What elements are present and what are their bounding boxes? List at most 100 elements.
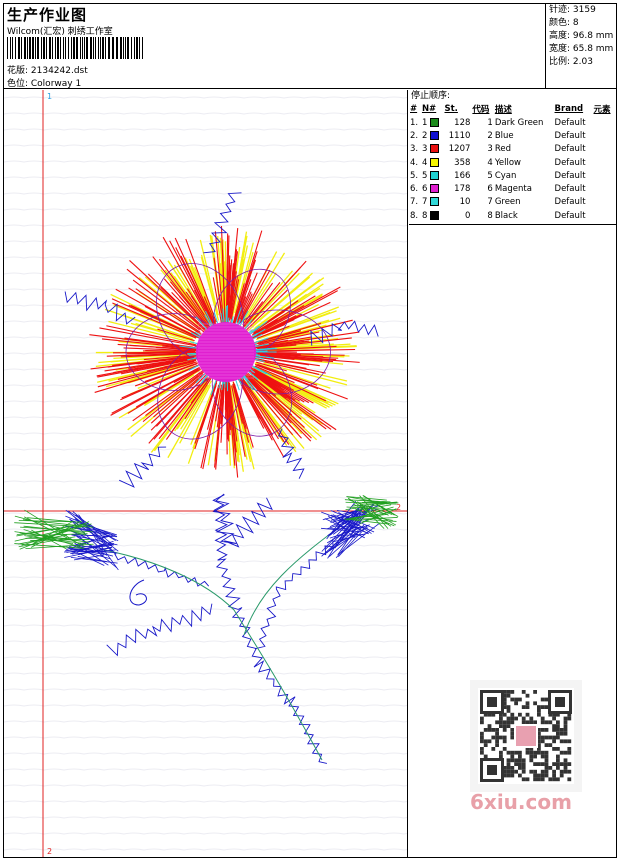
stop-index: 7. [410,197,419,208]
color-code: 6 [487,184,493,195]
stop-index: 8. [410,210,419,221]
color-swatch [430,170,440,180]
design-file-name: 花版: 2134242.dst [7,66,88,76]
thread-brand: Default [554,157,586,168]
stop-index: 4. [410,157,419,168]
stitch-count-cell: 166 [454,170,471,181]
stitch-count-cell: 0 [464,210,471,221]
color-description: Yellow [494,157,521,168]
thread-brand: Default [554,144,586,155]
table-row[interactable]: 6. 6 178 6 Magenta Default [409,182,615,195]
stitch-count-cell: 1207 [448,144,471,155]
table-row[interactable]: 1. 1 128 1 Dark Green Default [409,116,615,129]
stop-index: 2. [410,130,419,141]
column-header: 代码 [472,105,490,115]
column-header: 描述 [494,105,512,115]
embroidery-design-preview: 1 2 2 [4,90,407,857]
color-description: Cyan [494,170,517,181]
color-swatch [430,197,440,207]
stitch-count-cell: 10 [459,197,471,208]
element-cell [593,196,615,209]
stitch-count-cell: 128 [454,117,471,128]
color-description: Dark Green [494,117,544,128]
needle-number: 1 [421,116,444,129]
needle-number: 8 [421,209,444,222]
table-header-row: # N# St. 代码 描述 Brand 元素 [409,102,615,116]
design-canvas[interactable]: 1 2 2 [4,90,408,857]
stitch-count: 针迹: 3159 [549,5,596,15]
table-divider [409,224,616,225]
element-cell [593,116,615,129]
table-row[interactable]: 4. 4 358 4 Yellow Default [409,156,615,169]
element-cell [593,156,615,169]
column-header: 元素 [593,105,611,115]
element-cell [593,209,615,222]
thread-brand: Default [554,117,586,128]
table-row[interactable]: 5. 5 166 5 Cyan Default [409,169,615,182]
column-header: Brand [554,104,584,114]
element-cell [593,169,615,182]
watermark-logo: 6xiu.com [470,790,572,814]
element-cell [593,182,615,195]
stop-index: 3. [410,144,419,155]
needle-number: 6 [421,182,444,195]
table-row[interactable]: 3. 3 1207 3 Red Default [409,143,615,156]
column-header: St. [444,104,458,114]
color-code: 8 [487,210,493,221]
color-code: 4 [487,157,493,168]
color-description: Magenta [494,184,532,195]
color-code: 7 [487,197,493,208]
table-row[interactable]: 2. 2 1110 2 Blue Default [409,129,615,142]
needle-number: 5 [421,169,444,182]
color-code: 5 [487,170,493,181]
stop-index: 5. [410,170,419,181]
stop-index: 6. [410,184,419,195]
column-header: N# [421,104,437,114]
needle-number: 7 [421,196,444,209]
color-code: 1 [487,117,493,128]
column-header: # [410,104,418,114]
thread-brand: Default [554,130,586,141]
qr-code-icon [470,680,582,792]
thread-brand: Default [554,197,586,208]
stitch-count-cell: 1110 [448,130,471,141]
thread-brand: Default [554,170,586,181]
design-width: 宽度: 65.8 mm [549,44,614,54]
element-cell [593,129,615,142]
thread-brand: Default [554,184,586,195]
color-description: Red [494,144,511,155]
thread-brand: Default [554,210,586,221]
worksheet-header: 生产作业图 Wilcom(汇宏) 刺绣工作室 花版: 2134242.dst 色… [4,4,616,89]
design-height: 高度: 96.8 mm [549,31,614,41]
color-swatch [430,210,440,220]
stop-index: 1. [410,117,419,128]
worksheet-title: 生产作业图 [7,6,88,24]
color-description: Green [494,197,521,208]
color-description: Black [494,210,518,221]
color-swatch [430,157,440,167]
element-cell [593,143,615,156]
axis-marker-top: 1 [47,92,52,101]
stitch-count-cell: 358 [454,157,471,168]
needle-number: 4 [421,156,444,169]
color-swatch [430,130,440,140]
needle-number: 2 [421,129,444,142]
color-count: 颜色: 8 [549,18,579,28]
scale-ratio: 比例: 2.03 [549,57,593,67]
header-info: 生产作业图 Wilcom(汇宏) 刺绣工作室 花版: 2134242.dst 色… [4,4,546,89]
colorway-name: 色位: Colorway 1 [7,79,82,89]
axis-marker-right: 2 [396,503,401,512]
stitch-count-cell: 178 [454,184,471,195]
color-code: 2 [487,130,493,141]
table-row[interactable]: 8. 8 0 8 Black Default [409,209,615,222]
stop-sequence-heading: 停止顺序: [411,91,451,101]
color-swatch [430,184,440,194]
software-name: Wilcom(汇宏) 刺绣工作室 [7,27,113,37]
needle-number: 3 [421,143,444,156]
barcode-icon [7,37,143,59]
color-swatch [430,144,440,154]
color-description: Blue [494,130,514,141]
table-row[interactable]: 7. 7 10 7 Green Default [409,196,615,209]
design-stats: 针迹: 3159 颜色: 8 高度: 96.8 mm 宽度: 65.8 mm 比… [547,4,616,89]
color-code: 3 [487,144,493,155]
